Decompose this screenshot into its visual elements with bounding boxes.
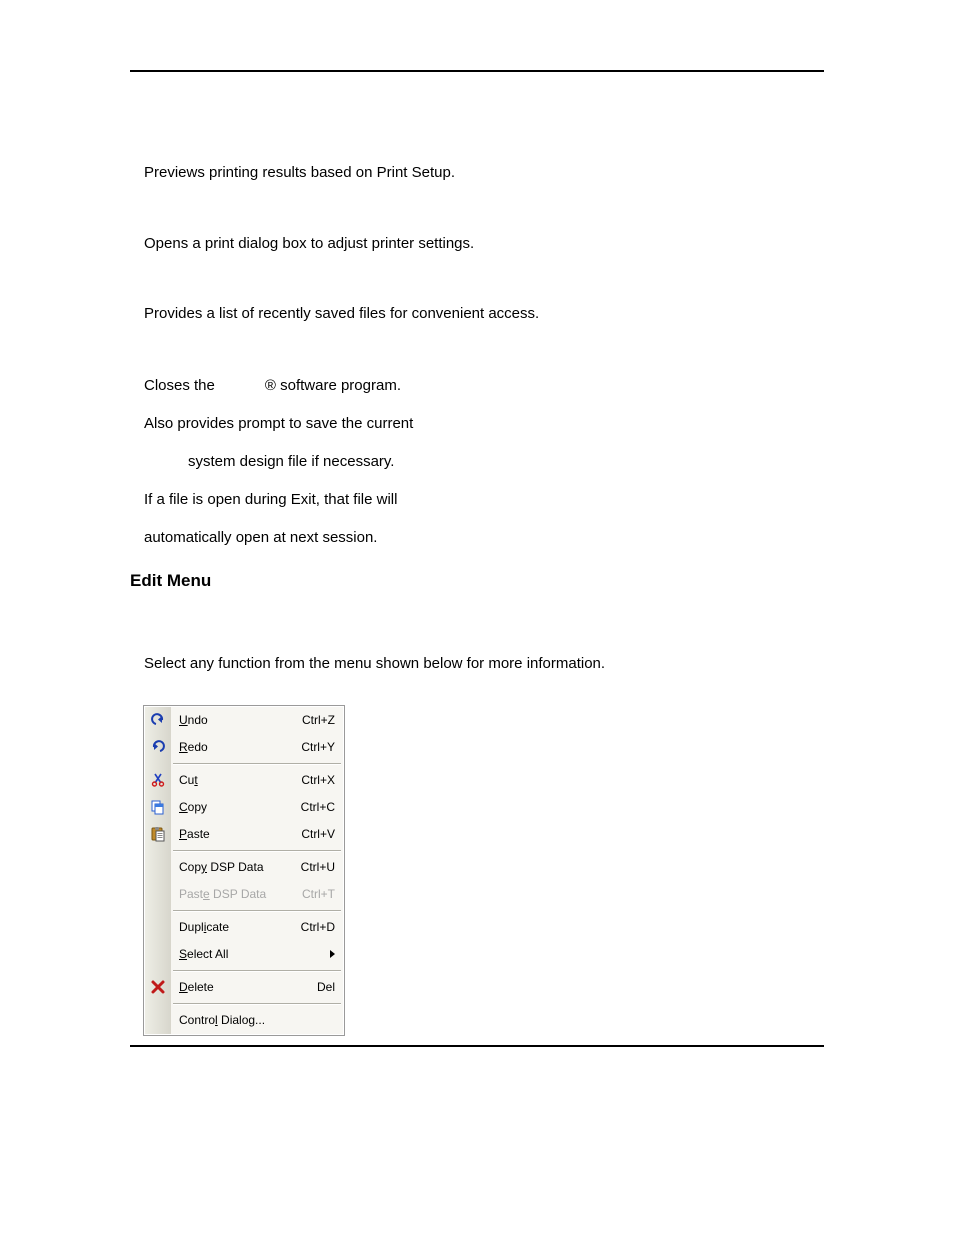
- menu-item-label: Control Dialog...: [171, 1011, 293, 1029]
- shortcut-text: Ctrl+Z: [302, 711, 335, 729]
- label-hotkey: U: [179, 713, 188, 727]
- shortcut-text: Ctrl+C: [301, 798, 335, 816]
- desc-print-preview: Previews printing results based on Print…: [144, 162, 824, 185]
- label-pre: Past: [179, 887, 203, 901]
- desc-exit: Closes the ® software program. Also prov…: [144, 374, 824, 550]
- label-post: ndo: [188, 713, 208, 727]
- label-post: Dialog...: [218, 1013, 265, 1027]
- shortcut-text: Ctrl+Y: [301, 738, 335, 756]
- chevron-right-icon: [330, 950, 335, 958]
- label-post: edo: [188, 740, 208, 754]
- shortcut-text: Ctrl+D: [301, 918, 335, 936]
- menu-item-select-all[interactable]: Select All: [145, 941, 343, 968]
- shortcut-text: Ctrl+U: [301, 858, 335, 876]
- document-page: Previews printing results based on Print…: [0, 0, 954, 1107]
- footer-rule: [130, 1045, 824, 1047]
- menu-item-shortcut: Ctrl+T: [293, 885, 343, 903]
- label-hotkey: e: [203, 887, 210, 901]
- menu-item-label: Copy: [171, 798, 293, 816]
- label-post: DSP Data: [207, 860, 263, 874]
- exit-line-1: Closes the ® software program.: [144, 374, 824, 398]
- label-pre: Cop: [179, 860, 201, 874]
- exit-line-4: If a file is open during Exit, that file…: [144, 488, 824, 512]
- label-hotkey: D: [179, 980, 188, 994]
- label-post: elect All: [187, 947, 228, 961]
- menu-item-paste[interactable]: Paste Ctrl+V: [145, 821, 343, 848]
- menu-item-copy[interactable]: Copy Ctrl+C: [145, 794, 343, 821]
- label-hotkey: C: [179, 800, 188, 814]
- menu-item-shortcut: [293, 950, 343, 958]
- desc-recent-files: Provides a list of recently saved files …: [144, 303, 824, 326]
- menu-item-shortcut: Ctrl+U: [293, 858, 343, 876]
- exit-line-3: system design file if necessary.: [144, 450, 824, 474]
- menu-item-shortcut: Ctrl+X: [293, 771, 343, 789]
- menu-item-copy-dsp-data[interactable]: Copy DSP Data Ctrl+U: [145, 854, 343, 881]
- icon-gutter: [145, 1007, 171, 1034]
- edit-menu[interactable]: Undo Ctrl+Z Redo Ctrl+Y Cut Ctrl+X Copy Ctrl+C P…: [144, 706, 344, 1035]
- menu-item-label: Select All: [171, 945, 293, 963]
- label-hotkey: R: [179, 740, 188, 754]
- paste-icon: [145, 821, 171, 848]
- menu-item-label: Redo: [171, 738, 293, 756]
- menu-item-shortcut: Ctrl+D: [293, 918, 343, 936]
- menu-item-label: Delete: [171, 978, 293, 996]
- menu-item-shortcut: Ctrl+Y: [293, 738, 343, 756]
- exit-line-2: Also provides prompt to save the current: [144, 412, 824, 436]
- content-area: Previews printing results based on Print…: [130, 72, 824, 1035]
- redo-icon: [145, 734, 171, 761]
- menu-item-redo[interactable]: Redo Ctrl+Y: [145, 734, 343, 761]
- menu-item-cut[interactable]: Cut Ctrl+X: [145, 767, 343, 794]
- menu-item-paste-dsp-data: Paste DSP Data Ctrl+T: [145, 881, 343, 908]
- label-pre: Cu: [179, 773, 194, 787]
- shortcut-text: Ctrl+X: [301, 771, 335, 789]
- instruction-text: Select any function from the menu shown …: [144, 653, 824, 676]
- icon-gutter: [145, 854, 171, 881]
- shortcut-text: Del: [317, 978, 335, 996]
- copy-icon: [145, 794, 171, 821]
- menu-item-control-dialog[interactable]: Control Dialog...: [145, 1007, 343, 1034]
- label-post: DSP Data: [210, 887, 266, 901]
- menu-item-shortcut: Del: [293, 978, 343, 996]
- menu-item-label: Copy DSP Data: [171, 858, 293, 876]
- label-hotkey: P: [179, 827, 187, 841]
- exit-line-5: automatically open at next session.: [144, 526, 824, 550]
- icon-gutter: [145, 881, 171, 908]
- label-post: elete: [188, 980, 214, 994]
- shortcut-text: Ctrl+T: [302, 885, 335, 903]
- cut-icon: [145, 767, 171, 794]
- exit-line-1b: ® software program.: [265, 377, 401, 394]
- section-heading-edit-menu: Edit Menu: [130, 568, 824, 594]
- label-pre: Contro: [179, 1013, 215, 1027]
- shortcut-text: Ctrl+V: [301, 825, 335, 843]
- label-pre: Dupl: [179, 920, 204, 934]
- label-hotkey: t: [194, 773, 197, 787]
- menu-item-duplicate[interactable]: Duplicate Ctrl+D: [145, 914, 343, 941]
- exit-line-1a: Closes the: [144, 377, 219, 394]
- icon-gutter: [145, 914, 171, 941]
- label-post: aste: [187, 827, 210, 841]
- menu-item-shortcut: Ctrl+C: [293, 798, 343, 816]
- menu-item-shortcut: Ctrl+V: [293, 825, 343, 843]
- icon-gutter: [145, 941, 171, 968]
- undo-icon: [145, 707, 171, 734]
- label-post: cate: [206, 920, 229, 934]
- menu-item-undo[interactable]: Undo Ctrl+Z: [145, 707, 343, 734]
- desc-print-setup: Opens a print dialog box to adjust print…: [144, 233, 824, 256]
- label-post: opy: [188, 800, 207, 814]
- menu-item-delete[interactable]: Delete Del: [145, 974, 343, 1001]
- menu-item-label: Undo: [171, 711, 293, 729]
- menu-item-label: Paste: [171, 825, 293, 843]
- label-hotkey: S: [179, 947, 187, 961]
- delete-icon: [145, 974, 171, 1001]
- menu-item-shortcut: Ctrl+Z: [293, 711, 343, 729]
- menu-item-label: Cut: [171, 771, 293, 789]
- menu-item-label: Duplicate: [171, 918, 293, 936]
- menu-item-label: Paste DSP Data: [171, 885, 293, 903]
